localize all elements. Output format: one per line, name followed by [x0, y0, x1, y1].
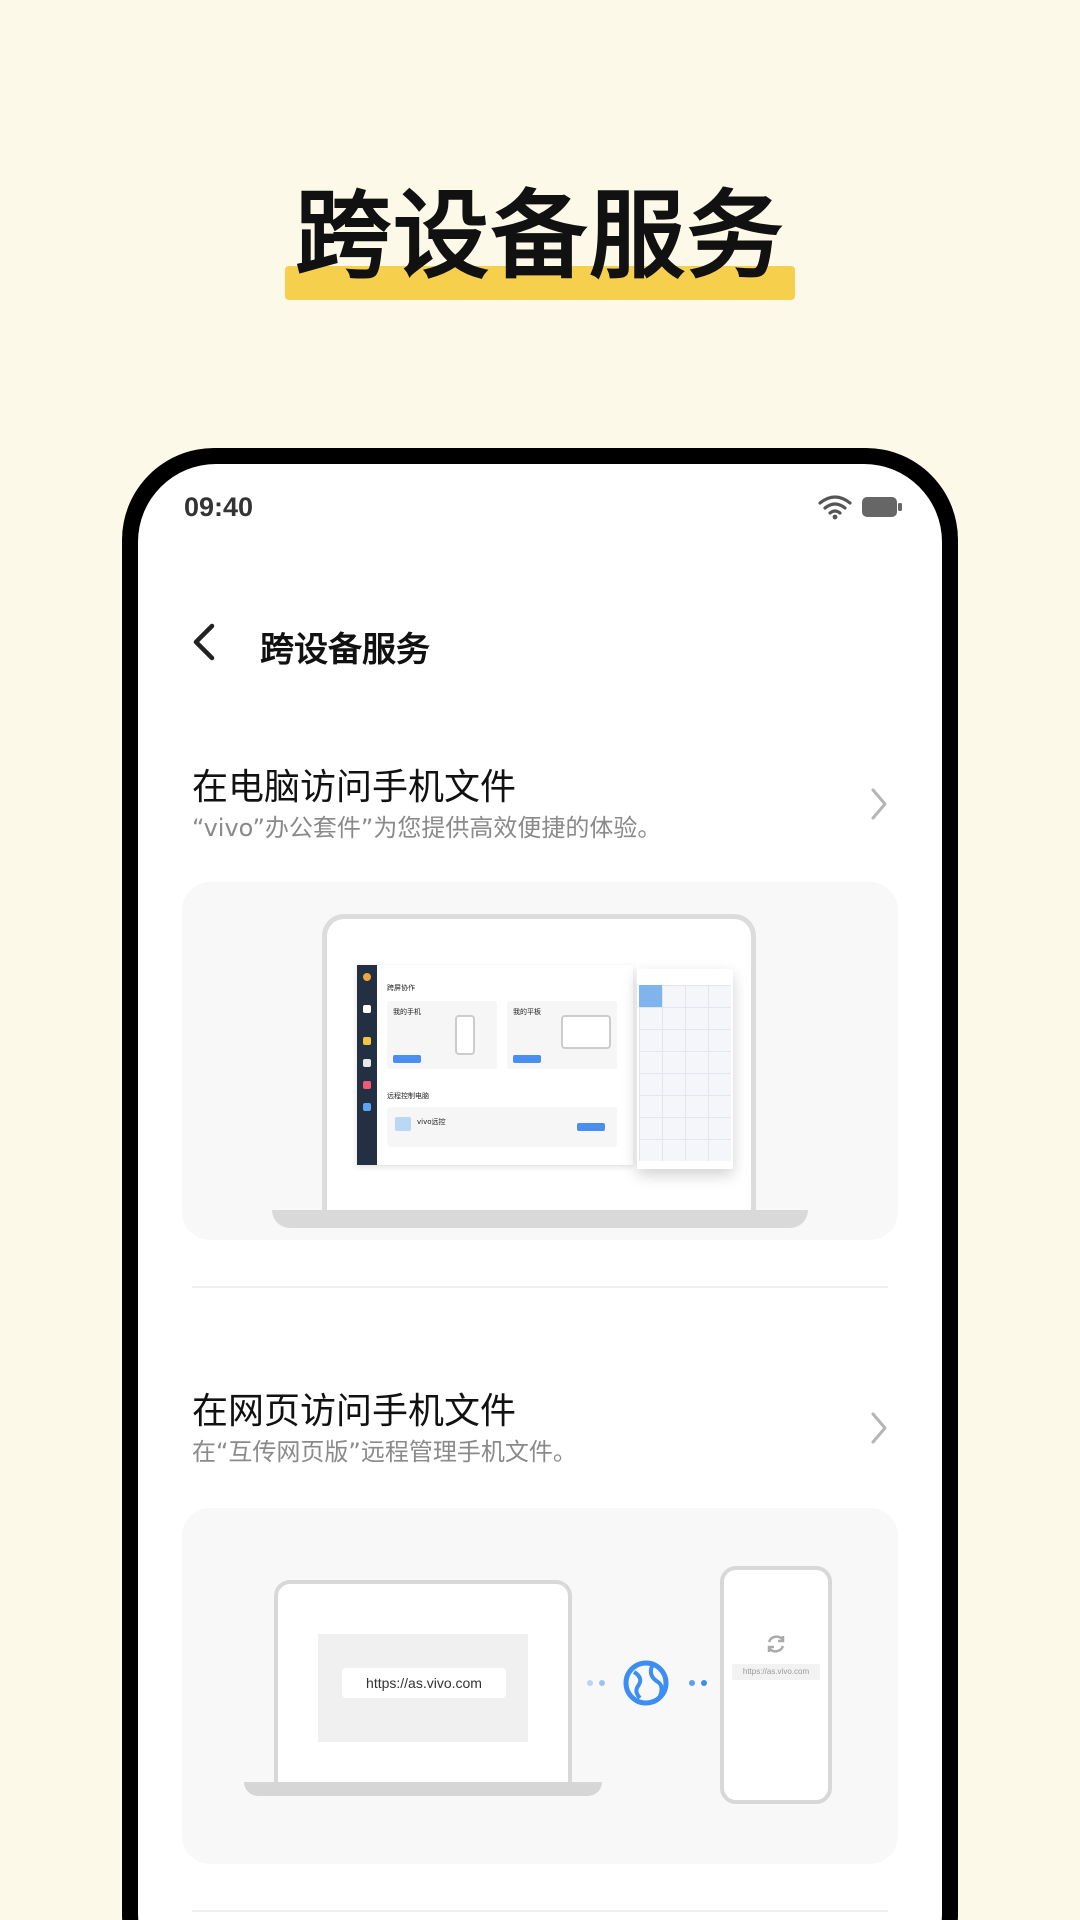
- tablet-device-label: 我的平板: [513, 1008, 541, 1016]
- laptop-illustration: 跨屏协作 我的手机 我的平板 远程控制电脑 vivo远控: [322, 914, 756, 1214]
- divider: [192, 1910, 888, 1912]
- app-sidebar: [357, 965, 377, 1165]
- divider: [192, 1286, 888, 1288]
- page-title: 跨设备服务: [260, 630, 430, 670]
- phone-illustration: https://as.vivo.com: [720, 1566, 832, 1804]
- chevron-right-icon: [871, 788, 887, 820]
- promo-header: 跨设备服务: [0, 180, 1080, 300]
- tablet-device-card: 我的平板: [507, 1001, 617, 1069]
- phone-device-label: 我的手机: [393, 1008, 421, 1016]
- status-time: 09:40: [184, 492, 254, 522]
- laptop-url: https://as.vivo.com: [342, 1668, 506, 1698]
- chevron-right-icon: [871, 1412, 887, 1444]
- browser-screen: https://as.vivo.com: [318, 1634, 528, 1742]
- back-arrow-icon[interactable]: [186, 620, 222, 664]
- connection-globe-icon: [587, 1660, 707, 1706]
- web-access-illustration: https://as.vivo.com https://as.vivo.com: [182, 1508, 898, 1864]
- laptop-base: [244, 1782, 602, 1796]
- pc-access-illustration: 跨屏协作 我的手机 我的平板 远程控制电脑 vivo远控: [182, 882, 898, 1240]
- wifi-icon: [818, 495, 852, 520]
- section-title: 在网页访问手机文件: [192, 1391, 517, 1432]
- promo-title: 跨设备服务: [295, 180, 785, 292]
- section-title: 在电脑访问手机文件: [192, 767, 517, 808]
- phone-url: https://as.vivo.com: [732, 1664, 820, 1680]
- phone-screen: 09:40 跨设备服务 在电脑访问手机文件 “vivo”办公套件”为您提供高效便…: [138, 464, 942, 1920]
- desktop-app-window: 跨屏协作 我的手机 我的平板 远程控制电脑 vivo远控: [357, 965, 633, 1165]
- phone-frame: 09:40 跨设备服务 在电脑访问手机文件 “vivo”办公套件”为您提供高效便…: [122, 448, 958, 1920]
- section-subtitle: 在“互传网页版”远程管理手机文件。: [192, 1438, 577, 1466]
- battery-icon: [862, 497, 902, 517]
- laptop-illustration: https://as.vivo.com: [274, 1580, 572, 1790]
- remote-app-label: vivo远控: [417, 1118, 446, 1126]
- app-heading: 跨屏协作: [387, 984, 415, 992]
- gallery-window: [637, 969, 733, 1169]
- remote-control-card: vivo远控: [387, 1107, 617, 1147]
- laptop-base: [272, 1210, 808, 1228]
- status-bar: 09:40: [138, 464, 942, 544]
- remote-heading: 远程控制电脑: [387, 1092, 429, 1100]
- section-subtitle: “vivo”办公套件”为您提供高效便捷的体验。: [192, 814, 662, 842]
- phone-device-card: 我的手机: [387, 1001, 497, 1069]
- sync-icon: [767, 1635, 785, 1653]
